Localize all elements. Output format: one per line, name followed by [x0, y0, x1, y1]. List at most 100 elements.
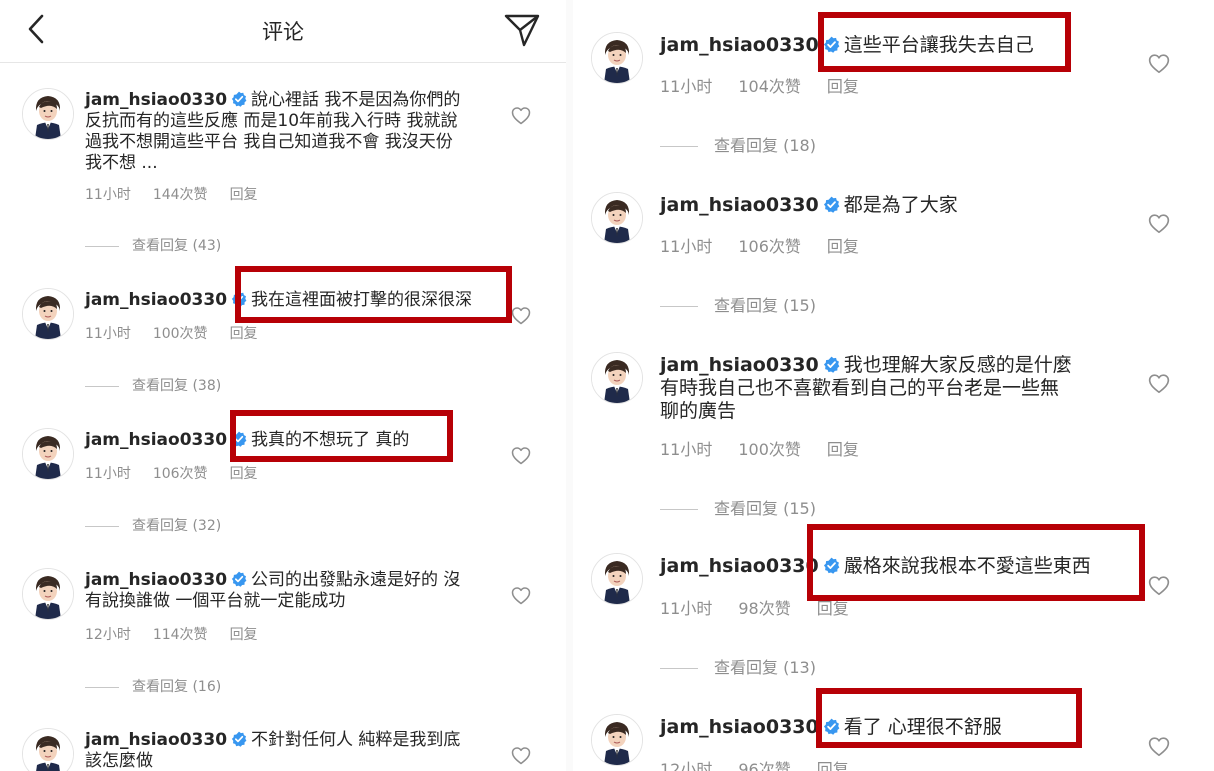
username[interactable]: jam_hsiao0330 [85, 730, 227, 750]
view-replies-link[interactable]: 查看回复 (38) [85, 375, 221, 395]
view-replies-label[interactable]: 查看回复 (18) [714, 136, 816, 155]
username[interactable]: jam_hsiao0330 [85, 570, 227, 590]
avatar[interactable] [591, 714, 643, 766]
comment-body-line: 有說換誰做 一個平台就一定能成功 [85, 591, 346, 611]
reply-button[interactable]: 回复 [817, 599, 849, 618]
reply-button[interactable]: 回复 [817, 760, 849, 771]
comment-item: jam_hsiao0330 看了 心理很不舒服 12小时 96次赞 回复 [591, 714, 1201, 771]
verified-badge-icon [231, 571, 248, 587]
username[interactable]: jam_hsiao0330 [660, 354, 819, 376]
comment-time: 12小时 [660, 760, 713, 771]
left-comments-panel: 评论 jam_hsiao0330 說心裡話 我不是因為你們的 反抗而有的這些反應 … [0, 0, 566, 771]
avatar[interactable] [22, 728, 74, 771]
comment-body-line: 不針對任何人 純粹是我到底 [251, 730, 461, 750]
replies-divider [85, 385, 119, 387]
comment-item: jam_hsiao0330 公司的出發點永遠是好的 沒 有說換誰做 一個平台就一定… [22, 568, 552, 698]
like-count[interactable]: 100次赞 [738, 440, 801, 459]
view-replies-link[interactable]: 查看回复 (13) [660, 654, 816, 678]
like-count[interactable]: 104次赞 [738, 77, 801, 96]
avatar[interactable] [22, 288, 74, 340]
like-count[interactable]: 114次赞 [153, 627, 208, 643]
replies-divider [85, 686, 119, 688]
view-replies-label[interactable]: 查看回复 (15) [714, 296, 816, 315]
reply-button[interactable]: 回复 [827, 77, 859, 96]
right-comments-panel: jam_hsiao0330 這些平台讓我失去自己 11小时 104次赞 回复 查看回复… [573, 0, 1214, 771]
username[interactable]: jam_hsiao0330 [85, 430, 227, 450]
verified-badge-icon [822, 356, 840, 373]
username[interactable]: jam_hsiao0330 [660, 716, 819, 738]
comment-body-line: 我不想 ... [85, 153, 158, 173]
like-heart-icon[interactable] [1148, 736, 1170, 758]
like-heart-icon[interactable] [511, 446, 531, 466]
like-heart-icon[interactable] [511, 306, 531, 326]
comment-time: 11小时 [660, 77, 713, 96]
comment-meta: 11小时 100次赞 回复 [660, 436, 885, 460]
avatar[interactable] [591, 553, 643, 605]
like-count[interactable]: 144次赞 [153, 187, 208, 203]
replies-divider [660, 668, 698, 669]
like-heart-icon[interactable] [511, 106, 531, 126]
comment-text: jam_hsiao0330 不針對任何人 純粹是我到底 該怎麼做 [85, 730, 485, 771]
like-heart-icon[interactable] [511, 586, 531, 606]
reply-button[interactable]: 回复 [827, 440, 859, 459]
username[interactable]: jam_hsiao0330 [660, 34, 819, 56]
avatar[interactable] [22, 568, 74, 620]
username[interactable]: jam_hsiao0330 [85, 90, 227, 110]
comment-text: jam_hsiao0330 公司的出發點永遠是好的 沒 有說換誰做 一個平台就一定… [85, 570, 485, 612]
comment-meta: 12小时 96次赞 回复 [660, 756, 875, 771]
view-replies-label[interactable]: 查看回复 (15) [714, 499, 816, 518]
comment-item: jam_hsiao0330 我真的不想玩了 真的 11小时 106次赞 回复 查看回复… [22, 428, 552, 538]
reply-button[interactable]: 回复 [230, 326, 258, 342]
view-replies-link[interactable]: 查看回复 (16) [85, 676, 221, 696]
like-heart-icon[interactable] [511, 746, 531, 766]
send-icon[interactable] [503, 12, 541, 48]
view-replies-link[interactable]: 查看回复 (43) [85, 235, 221, 255]
like-heart-icon[interactable] [1148, 53, 1170, 75]
comment-body-line: 我也理解大家反感的是什麼 [843, 354, 1072, 376]
view-replies-label[interactable]: 查看回复 (38) [132, 378, 221, 394]
comment-body-line: 該怎麼做 [85, 751, 153, 771]
view-replies-label[interactable]: 查看回复 (43) [132, 238, 221, 254]
comment-body-line: 反抗而有的這些反應 而是10年前我入行時 我就說 [85, 111, 458, 131]
comment-time: 11小时 [85, 466, 131, 482]
like-heart-icon[interactable] [1148, 575, 1170, 597]
avatar[interactable] [591, 32, 643, 84]
avatar[interactable] [591, 352, 643, 404]
comment-text: jam_hsiao0330 我也理解大家反感的是什麼 有時我自己也不喜歡看到自己的… [660, 354, 1140, 423]
reply-button[interactable]: 回复 [230, 187, 258, 203]
avatar[interactable] [22, 428, 74, 480]
comment-body-line: 過我不想開這些平台 我自己知道我不會 我沒天份 [85, 132, 453, 152]
view-replies-label[interactable]: 查看回复 (13) [714, 658, 816, 677]
like-count[interactable]: 96次赞 [738, 760, 790, 771]
comment-text: jam_hsiao0330 我在這裡面被打擊的很深很深 [85, 290, 485, 311]
like-count[interactable]: 98次赞 [738, 599, 790, 618]
view-replies-label[interactable]: 查看回复 (16) [132, 679, 221, 695]
username[interactable]: jam_hsiao0330 [85, 290, 227, 310]
view-replies-link[interactable]: 查看回复 (18) [660, 132, 816, 156]
avatar[interactable] [22, 88, 74, 140]
view-replies-label[interactable]: 查看回复 (32) [132, 518, 221, 534]
verified-badge-icon [822, 718, 840, 735]
verified-badge-icon [822, 36, 840, 53]
comment-body-line: 聊的廣告 [660, 400, 737, 422]
verified-badge-icon [231, 91, 248, 107]
reply-button[interactable]: 回复 [827, 237, 859, 256]
avatar[interactable] [591, 192, 643, 244]
reply-button[interactable]: 回复 [230, 627, 258, 643]
view-replies-link[interactable]: 查看回复 (15) [660, 495, 816, 519]
reply-button[interactable]: 回复 [230, 466, 258, 482]
verified-badge-icon [231, 291, 248, 307]
view-replies-link[interactable]: 查看回复 (32) [85, 515, 221, 535]
like-count[interactable]: 106次赞 [738, 237, 801, 256]
comment-time: 12小时 [85, 627, 131, 643]
comment-text: jam_hsiao0330 都是為了大家 [660, 194, 1140, 217]
comment-meta: 12小时 114次赞 回复 [85, 624, 280, 644]
username[interactable]: jam_hsiao0330 [660, 194, 819, 216]
like-heart-icon[interactable] [1148, 213, 1170, 235]
like-count[interactable]: 106次赞 [153, 466, 208, 482]
view-replies-link[interactable]: 查看回复 (15) [660, 292, 816, 316]
like-heart-icon[interactable] [1148, 373, 1170, 395]
comment-item: jam_hsiao0330 說心裡話 我不是因為你們的 反抗而有的這些反應 而是1… [22, 88, 552, 254]
username[interactable]: jam_hsiao0330 [660, 555, 819, 577]
like-count[interactable]: 100次赞 [153, 326, 208, 342]
